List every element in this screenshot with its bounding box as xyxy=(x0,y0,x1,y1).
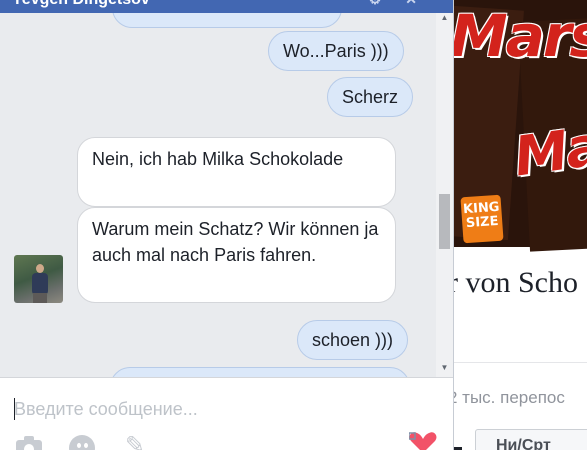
message-incoming: Nein, ich hab Milka Schokolade xyxy=(77,137,396,207)
message-outgoing-cut xyxy=(110,367,410,377)
chat-window: Yevgen Dingetsov ⚙✕ Wo...Paris ))) Scher… xyxy=(0,0,454,450)
scroll-up-arrow-icon[interactable]: ▲ xyxy=(439,14,450,22)
message-text: Wo...Paris ))) xyxy=(283,41,389,61)
heart-sticker-icon[interactable] xyxy=(409,431,437,450)
camera-icon[interactable] xyxy=(16,435,42,450)
text-caret xyxy=(14,398,15,420)
divider xyxy=(454,362,587,363)
image-brand-text: Mars xyxy=(454,2,587,70)
post-action-button[interactable]: Ни/Срт xyxy=(475,429,587,450)
chat-header[interactable]: Yevgen Dingetsov ⚙✕ xyxy=(0,0,453,13)
smile-icon[interactable] xyxy=(69,435,95,450)
message-input[interactable] xyxy=(14,396,394,422)
message-text: Nein, ich hab Milka Schokolade xyxy=(92,149,344,169)
contact-name[interactable]: Yevgen Dingetsov xyxy=(12,0,150,8)
scroll-down-arrow-icon[interactable]: ▼ xyxy=(439,364,450,372)
image-badge: KING SIZE xyxy=(460,194,504,244)
post-image[interactable]: Mars Mars KING SIZE xyxy=(454,0,587,252)
scrollbar-thumb[interactable] xyxy=(439,194,450,249)
header-controls[interactable]: ⚙✕ xyxy=(369,0,441,13)
message-outgoing-cut xyxy=(112,13,342,28)
message-outgoing: Wo...Paris ))) xyxy=(268,31,404,71)
message-list: Wo...Paris ))) Scherz Nein, ich hab Milk… xyxy=(0,13,436,377)
image-brand-text: Mars xyxy=(510,106,587,189)
message-composer: ✎ xyxy=(0,377,453,450)
background-feed: Mars Mars KING SIZE r von Scho 2 тыс. пе… xyxy=(454,0,587,450)
message-outgoing: schoen ))) xyxy=(297,320,409,360)
post-stats[interactable]: 2 тыс. перепос xyxy=(454,388,565,408)
contact-avatar[interactable] xyxy=(14,255,63,303)
message-outgoing: Scherz xyxy=(327,77,414,117)
post-title[interactable]: r von Scho xyxy=(454,266,578,300)
message-text: schoen ))) xyxy=(312,330,394,350)
paperclip-icon[interactable]: ✎ xyxy=(125,434,151,450)
message-text: Scherz xyxy=(342,87,399,107)
message-incoming: Warum mein Schatz? Wir können ja auch ma… xyxy=(77,207,396,303)
message-text: Warum mein Schatz? Wir können ja auch ma… xyxy=(92,219,379,265)
